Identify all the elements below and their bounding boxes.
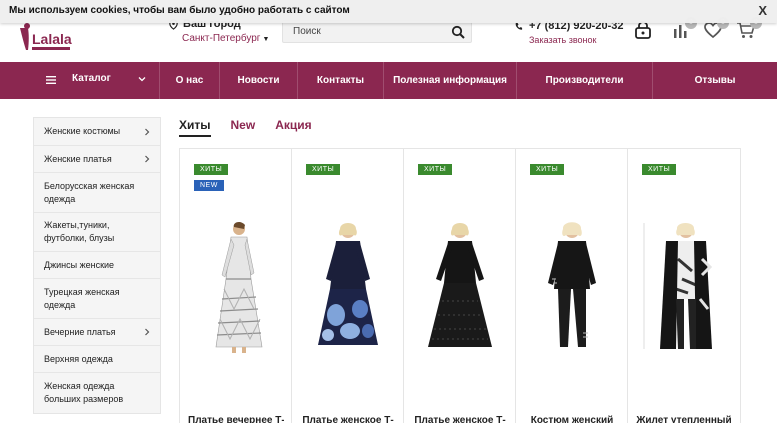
tab-new[interactable]: New bbox=[231, 118, 256, 137]
product-name[interactable]: Платье вечернее Т- bbox=[188, 415, 284, 423]
page: Lalala Ваш город Санкт-Петербург▼ +7 (81… bbox=[0, 0, 777, 423]
product-card[interactable]: ХИТЫ Платье женское Т- bbox=[292, 149, 404, 423]
nav-item-manufacturers[interactable]: Производители bbox=[517, 62, 653, 99]
sidebar-item-suits[interactable]: Женские костюмы bbox=[34, 118, 160, 146]
callback-link[interactable]: Заказать звонок bbox=[529, 35, 623, 45]
user-icon[interactable] bbox=[633, 20, 653, 40]
product-image[interactable] bbox=[642, 219, 726, 355]
product-image[interactable] bbox=[306, 219, 390, 355]
chevron-down-icon bbox=[138, 77, 146, 82]
new-badge: NEW bbox=[194, 180, 224, 191]
product-card[interactable]: ХИТЫ NEW Платье вечернее Т- bbox=[180, 149, 292, 423]
sidebar-item-belarus[interactable]: Белорусская женская одежда bbox=[34, 173, 160, 213]
nav-catalog[interactable]: Каталог bbox=[0, 62, 160, 99]
nav-item-news[interactable]: Новости bbox=[220, 62, 298, 99]
product-grid: ХИТЫ NEW Платье вечернее Т- ХИТЫ Платье … bbox=[179, 148, 741, 423]
sidebar-item-turkish[interactable]: Турецкая женская одежда bbox=[34, 279, 160, 319]
cookie-close-button[interactable]: X bbox=[758, 3, 767, 18]
phone-block: +7 (812) 920-20-32 Заказать звонок bbox=[514, 20, 623, 45]
compare-button[interactable]: 0 bbox=[671, 17, 697, 40]
hit-badge: ХИТЫ bbox=[530, 164, 565, 175]
product-name[interactable]: Жилет утепленный bbox=[636, 415, 732, 423]
hit-badge: ХИТЫ bbox=[418, 164, 453, 175]
tab-hits[interactable]: Хиты bbox=[179, 118, 211, 137]
product-card[interactable]: ХИТЫ Жилет утепленный bbox=[628, 149, 740, 423]
sidebar-item-evening[interactable]: Вечерние платья bbox=[34, 319, 160, 346]
menu-icon bbox=[46, 76, 56, 84]
product-image[interactable] bbox=[418, 219, 502, 355]
product-image[interactable] bbox=[530, 219, 614, 355]
catalog-sidebar: Женские костюмы Женские платья Белорусск… bbox=[33, 117, 161, 414]
search-icon[interactable] bbox=[451, 25, 465, 39]
cookie-banner: Мы используем cookies, чтобы вам было уд… bbox=[0, 0, 777, 23]
hit-badge: ХИТЫ bbox=[642, 164, 677, 175]
nav-item-contacts[interactable]: Контакты bbox=[298, 62, 384, 99]
product-name[interactable]: Платье женское Т- bbox=[412, 415, 508, 423]
nav-item-reviews[interactable]: Отзывы bbox=[653, 62, 777, 99]
tab-sale[interactable]: Акция bbox=[275, 118, 311, 137]
favorites-button[interactable]: 0 bbox=[703, 17, 729, 40]
search-box bbox=[282, 20, 472, 43]
cookie-text: Мы используем cookies, чтобы вам было уд… bbox=[9, 5, 350, 16]
search-input[interactable] bbox=[283, 21, 443, 42]
chevron-right-icon bbox=[145, 155, 150, 163]
product-name[interactable]: Костюм женский bbox=[524, 415, 620, 423]
city-name[interactable]: Санкт-Петербург ▼ bbox=[182, 33, 269, 44]
sidebar-item-jackets[interactable]: Жакеты,туники, футболки, блузы bbox=[34, 213, 160, 252]
sidebar-item-dresses[interactable]: Женские платья bbox=[34, 146, 160, 173]
product-card[interactable]: ХИТЫ Платье женское Т- bbox=[404, 149, 516, 423]
caret-down-icon: ▼ bbox=[262, 36, 270, 43]
hit-badge: ХИТЫ bbox=[306, 164, 341, 175]
product-tabs: Хиты New Акция bbox=[179, 118, 312, 137]
main-nav: Каталог О нас Новости Контакты Полезная … bbox=[0, 62, 777, 99]
chevron-right-icon bbox=[145, 128, 150, 135]
nav-item-useful-info[interactable]: Полезная информация bbox=[384, 62, 517, 99]
sidebar-item-outerwear[interactable]: Верхняя одежда bbox=[34, 346, 160, 373]
cart-button[interactable]: 0 bbox=[736, 17, 762, 40]
product-card[interactable]: ХИТЫ Костюм женский bbox=[516, 149, 628, 423]
sidebar-item-plus-size[interactable]: Женская одежда больших размеров bbox=[34, 373, 160, 413]
product-image[interactable] bbox=[194, 219, 278, 355]
sidebar-item-jeans[interactable]: Джинсы женские bbox=[34, 252, 160, 279]
product-name[interactable]: Платье женское Т- bbox=[300, 415, 396, 423]
svg-text:Lalala: Lalala bbox=[32, 31, 72, 47]
nav-item-about[interactable]: О нас bbox=[160, 62, 220, 99]
chevron-right-icon bbox=[145, 328, 150, 336]
hit-badge: ХИТЫ bbox=[194, 164, 229, 175]
